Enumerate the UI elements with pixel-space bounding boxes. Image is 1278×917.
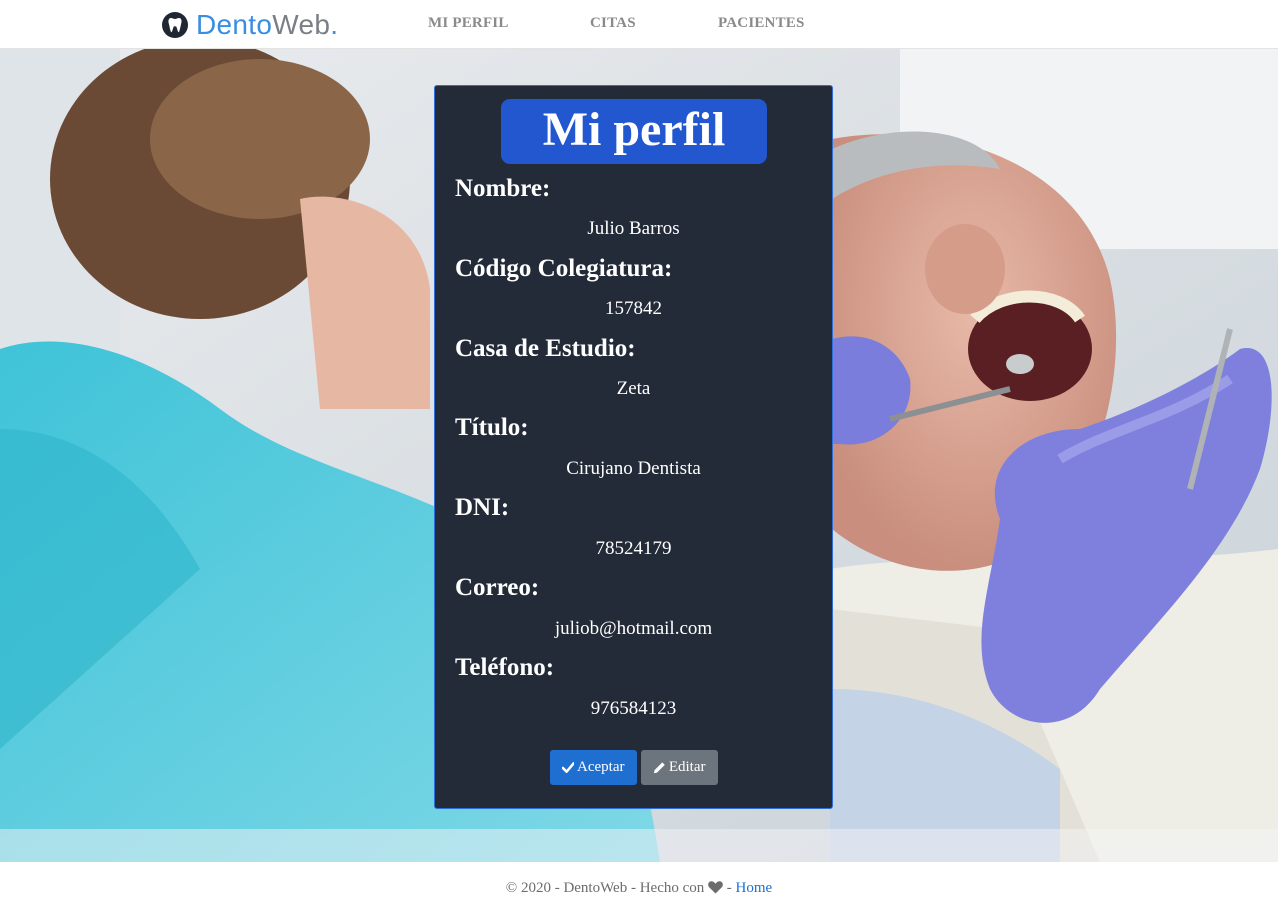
pencil-icon xyxy=(653,762,665,774)
footer: © 2020 - DentoWeb - Hecho con - Home xyxy=(0,862,1278,917)
heart-icon xyxy=(708,881,723,899)
label-codigo-colegiatura: Código Colegiatura: xyxy=(455,255,673,282)
nav-citas[interactable]: CITAS xyxy=(590,15,636,32)
value-telefono: 976584123 xyxy=(590,698,677,719)
accept-button[interactable]: Aceptar xyxy=(549,750,637,785)
label-correo: Correo: xyxy=(455,574,540,601)
nav-mi-perfil[interactable]: MI PERFIL xyxy=(428,15,509,32)
profile-title: Mi perfil xyxy=(501,99,767,164)
brand-logo[interactable]: DentoWeb. xyxy=(162,9,338,41)
label-telefono: Teléfono: xyxy=(455,654,555,681)
edit-button[interactable]: Editar xyxy=(640,750,718,785)
value-titulo: Cirujano Dentista xyxy=(566,458,701,479)
brand-dot: . xyxy=(330,9,339,40)
value-dni: 78524179 xyxy=(595,538,672,559)
navbar: DentoWeb. MI PERFIL CITAS PACIENTES xyxy=(0,0,1278,49)
card-actions: Aceptar Editar xyxy=(435,750,832,785)
value-nombre: Julio Barros xyxy=(587,218,680,239)
value-casa-de-estudio: Zeta xyxy=(616,378,651,399)
edit-button-label: Editar xyxy=(668,759,706,775)
brand-name-part1: Dento xyxy=(196,9,273,40)
profile-card: Mi perfil Nombre: Julio Barros Código Co… xyxy=(434,85,833,809)
footer-home-link[interactable]: Home xyxy=(736,880,773,896)
value-codigo-colegiatura: 157842 xyxy=(605,298,662,319)
label-casa-de-estudio: Casa de Estudio: xyxy=(455,335,636,362)
nav-pacientes[interactable]: PACIENTES xyxy=(718,15,805,32)
footer-separator: - xyxy=(726,880,732,896)
check-icon xyxy=(561,762,575,773)
brand-name-part2: Web xyxy=(272,9,331,40)
label-dni: DNI: xyxy=(455,494,510,521)
accept-button-label: Aceptar xyxy=(577,759,625,775)
value-correo: juliob@hotmail.com xyxy=(554,618,713,639)
label-titulo: Título: xyxy=(455,414,529,441)
tooth-icon xyxy=(162,12,188,38)
label-nombre: Nombre: xyxy=(455,175,551,202)
footer-copyright: © 2020 - DentoWeb - Hecho con xyxy=(505,880,705,896)
